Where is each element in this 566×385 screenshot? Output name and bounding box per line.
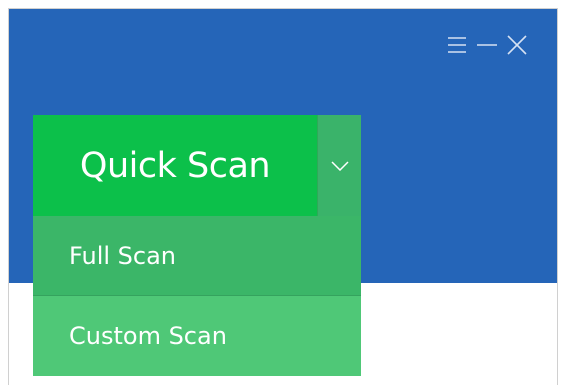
app-window: Quick Scan Full Scan Custom Scan [0, 0, 566, 385]
close-button[interactable] [502, 30, 532, 60]
scan-dropdown-menu: Full Scan Custom Scan [33, 216, 361, 376]
window-controls [442, 30, 532, 60]
menu-item-custom-scan[interactable]: Custom Scan [33, 296, 361, 376]
hamburger-menu-icon [448, 37, 466, 53]
quick-scan-button[interactable]: Quick Scan [33, 115, 317, 216]
scan-dropdown-toggle[interactable] [318, 115, 361, 216]
chevron-down-icon [330, 160, 349, 171]
close-icon [507, 35, 527, 55]
menu-button[interactable] [442, 30, 472, 60]
window-border-right [557, 8, 558, 385]
menu-item-label: Full Scan [69, 241, 177, 270]
minimize-icon [477, 44, 497, 46]
menu-item-full-scan[interactable]: Full Scan [33, 216, 361, 295]
quick-scan-label: Quick Scan [79, 145, 271, 186]
menu-item-label: Custom Scan [69, 322, 227, 350]
minimize-button[interactable] [472, 30, 502, 60]
